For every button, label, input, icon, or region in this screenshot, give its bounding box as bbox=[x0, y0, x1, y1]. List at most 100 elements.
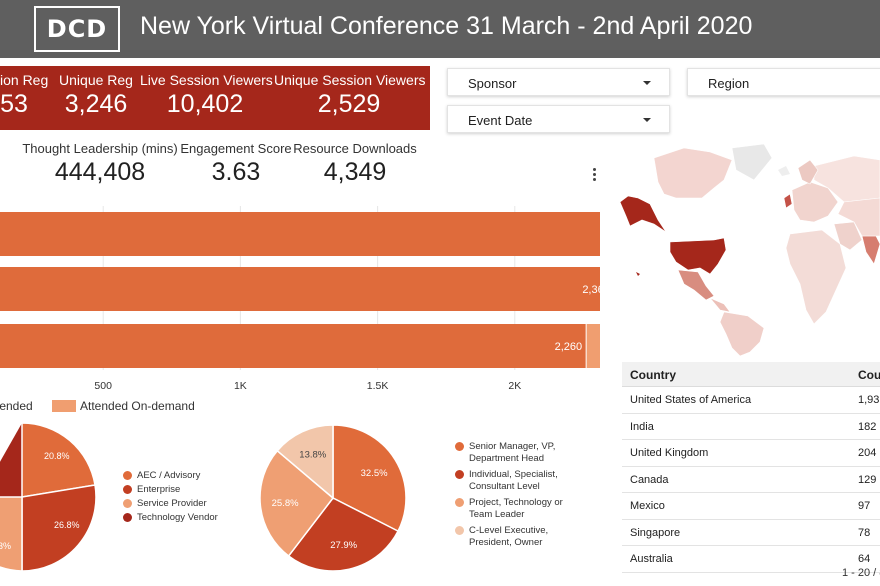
bar-value-label: 2,361 bbox=[582, 284, 600, 296]
job-level-legend: Senior Manager, VP, Department Head Indiv… bbox=[455, 441, 605, 561]
legend-label: Senior Manager, VP, Department Head bbox=[469, 441, 556, 464]
table-row[interactable]: Canada 129 bbox=[622, 467, 880, 493]
map-region-africa bbox=[785, 229, 847, 325]
pie-label-3: 3% bbox=[0, 541, 11, 551]
pie-slice-technology-vendor bbox=[0, 423, 22, 497]
map-region-south-america bbox=[719, 311, 765, 356]
industry-pie-chart: 20.8% 26.8% 3% bbox=[0, 423, 97, 572]
kpi-label: Engagement Score bbox=[180, 141, 292, 156]
table-header-row: Country Cou bbox=[622, 362, 880, 387]
kpi-unique-reg: Unique Reg 3,246 bbox=[56, 72, 136, 119]
bar-attended bbox=[0, 267, 600, 311]
legend-item: Individual, Specialist, Consultant Level bbox=[455, 469, 605, 497]
legend-item: Technology Vendor bbox=[123, 512, 233, 526]
kpi-unique-session-viewers: Unique Session Viewers 2,529 bbox=[274, 72, 426, 119]
legend-item: C-Level Executive, President, Owner bbox=[455, 525, 605, 553]
map-region-canada bbox=[653, 147, 733, 199]
table-row[interactable]: United Kingdom 204 bbox=[622, 440, 880, 467]
legend-swatch bbox=[455, 442, 464, 451]
kpi-engagement-score: Engagement Score 3.63 bbox=[176, 141, 296, 187]
table-row[interactable]: Mexico 97 bbox=[622, 493, 880, 520]
count-cell: 97 bbox=[858, 500, 871, 512]
kpi-value: 3.63 bbox=[211, 158, 261, 186]
bar-on-demand bbox=[586, 324, 600, 368]
bar-value-label: 2,260 bbox=[555, 341, 583, 353]
job-level-pie-chart: 32.5% 27.9% 25.8% 13.8% bbox=[259, 424, 407, 572]
country-cell: United Kingdom bbox=[630, 447, 709, 459]
count-cell: 204 bbox=[858, 447, 877, 459]
x-tick-label: 1.5K bbox=[367, 380, 389, 392]
legend-item: Enterprise bbox=[123, 484, 233, 498]
kpi-resource-downloads: Resource Downloads 4,349 bbox=[292, 141, 418, 187]
country-cell: United States of America bbox=[630, 394, 752, 406]
region-filter-label: Region bbox=[708, 76, 750, 91]
pie-label-26-8: 26.8% bbox=[54, 520, 80, 530]
country-cell: Mexico bbox=[630, 500, 665, 512]
legend-item: Project, Technology or Team Leader bbox=[455, 497, 605, 525]
pie-slice-label: 13.8% bbox=[299, 449, 326, 460]
kpi-value: 53 bbox=[0, 90, 28, 118]
bar-chart-x-ticks: 5001K1.5K2K2.5K3K3.5K4K4.5K bbox=[94, 380, 521, 392]
dcd-logo[interactable]: DCD bbox=[34, 6, 120, 52]
column-header-country[interactable]: Country bbox=[630, 368, 676, 382]
country-cell: Australia bbox=[630, 553, 673, 565]
bar-attended bbox=[0, 212, 600, 256]
map-region-usa bbox=[669, 237, 727, 275]
table-row[interactable]: Singapore 78 bbox=[622, 520, 880, 546]
kpi-label: Unique Session Viewers bbox=[274, 72, 426, 88]
country-cell: Singapore bbox=[630, 526, 681, 539]
kpi-label: ssion Reg bbox=[0, 72, 49, 88]
count-cell: 129 bbox=[858, 473, 877, 486]
pie-slice-service-provider bbox=[0, 496, 23, 572]
legend-label: Individual, Specialist, Consultant Level bbox=[469, 469, 558, 492]
x-tick-label: 500 bbox=[94, 380, 112, 392]
map-region-mexico bbox=[677, 269, 715, 301]
x-tick-label: 2K bbox=[508, 380, 521, 392]
legend-swatch-on-demand bbox=[52, 400, 76, 412]
kpi-session-reg: ssion Reg 53 bbox=[0, 72, 49, 119]
event-date-filter-dropdown[interactable]: Event Date bbox=[447, 105, 670, 133]
count-cell: 1,93 bbox=[858, 394, 880, 406]
legend-swatch bbox=[455, 470, 464, 479]
legend-label-on-demand: Attended On-demand bbox=[80, 399, 195, 413]
world-map[interactable] bbox=[614, 140, 880, 356]
kpi-thought-leadership: Thought Leadership (mins) 444,408 bbox=[14, 141, 186, 187]
table-row[interactable]: United States of America 1,93 bbox=[622, 387, 880, 414]
pie-slice-label: 27.9% bbox=[330, 540, 357, 551]
country-cell: India bbox=[630, 420, 654, 433]
more-options-icon[interactable] bbox=[587, 164, 603, 184]
kpi-live-session-viewers: Live Session Viewers 10,402 bbox=[140, 72, 273, 119]
legend-label: Project, Technology or Team Leader bbox=[469, 497, 563, 520]
page-title: New York Virtual Conference 31 March - 2… bbox=[140, 12, 753, 40]
bar-chart-bars: 2,7801,3872,3616642,260950 bbox=[0, 212, 600, 368]
region-filter-dropdown[interactable]: Region bbox=[687, 68, 880, 96]
kpi-value: 10,402 bbox=[166, 90, 244, 118]
count-cell: 182 bbox=[858, 420, 877, 433]
legend-swatch bbox=[455, 526, 464, 535]
legend-label: Service Provider bbox=[137, 498, 207, 509]
kpi-value: 2,529 bbox=[317, 90, 381, 118]
bar-attended bbox=[0, 324, 587, 368]
kpi-value: 3,246 bbox=[64, 90, 128, 118]
legend-item: AEC / Advisory bbox=[123, 470, 233, 484]
map-region-uk bbox=[783, 193, 793, 209]
legend-swatch bbox=[455, 498, 464, 507]
map-region-central-america bbox=[709, 297, 731, 313]
event-date-filter-label: Event Date bbox=[468, 113, 533, 128]
pie-slice-label: 25.8% bbox=[272, 498, 299, 509]
column-header-count[interactable]: Cou bbox=[858, 368, 880, 382]
stacked-bar-chart: 2,7801,3872,3616642,260950 5001K1.5K2K2.… bbox=[0, 206, 600, 392]
pie-label-20-8: 20.8% bbox=[44, 451, 70, 461]
map-region-alaska bbox=[619, 195, 667, 233]
kpi-label: Resource Downloads bbox=[293, 141, 417, 156]
count-cell: 64 bbox=[858, 553, 871, 565]
sponsor-filter-dropdown[interactable]: Sponsor bbox=[447, 68, 670, 96]
kpi-value: 444,408 bbox=[54, 158, 146, 186]
table-row[interactable]: India 182 bbox=[622, 414, 880, 440]
caret-down-icon bbox=[643, 118, 651, 122]
map-region-greenland bbox=[731, 143, 773, 181]
count-cell: 78 bbox=[858, 526, 871, 539]
map-region-hawaii bbox=[636, 272, 640, 276]
map-region-india bbox=[861, 235, 880, 265]
kpi-label: Thought Leadership (mins) bbox=[22, 141, 178, 156]
